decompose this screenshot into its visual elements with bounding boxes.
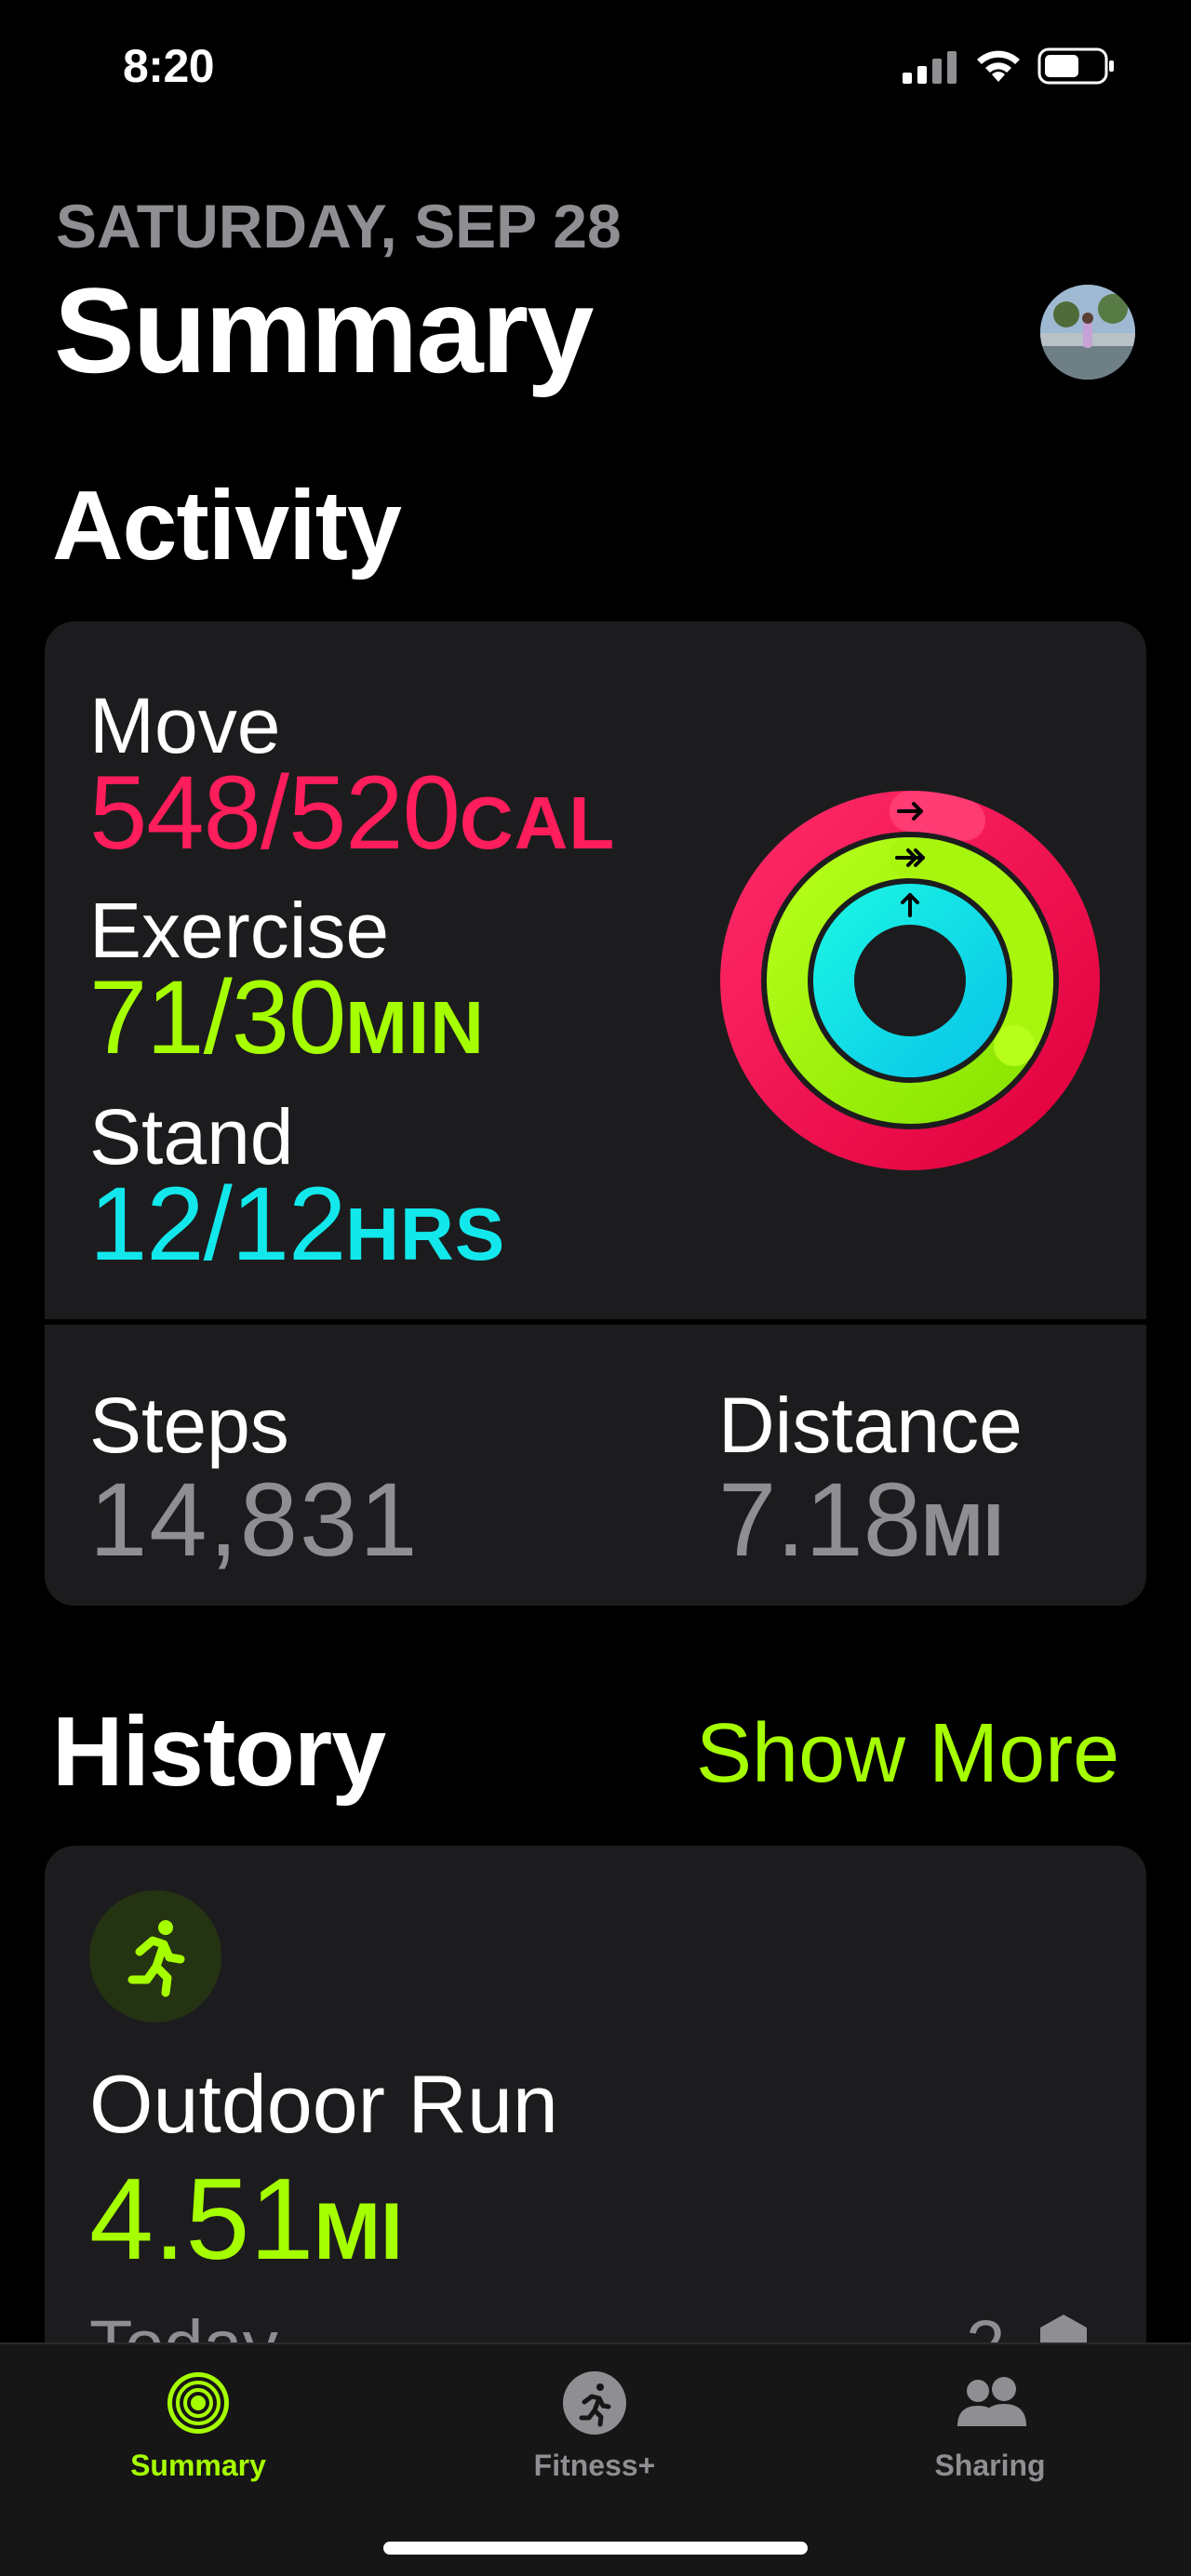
distance-label: Distance	[718, 1381, 1023, 1469]
exercise-ring-end	[994, 1025, 1035, 1066]
tab-fitness-plus[interactable]: Fitness+	[455, 2344, 734, 2493]
steps-label: Steps	[89, 1381, 289, 1469]
fitness-runner-icon	[563, 2371, 626, 2435]
steps-value: 14,831	[89, 1462, 420, 1578]
workout-icon-circle	[89, 1890, 221, 2022]
stand-value-number: 12/12	[89, 1166, 346, 1282]
show-more-link[interactable]: Show More	[696, 1712, 1119, 1795]
running-figure-icon	[127, 1920, 185, 1997]
activity-section-title: Activity	[52, 471, 402, 581]
exercise-value: 71/30MIN	[89, 966, 485, 1070]
status-bar: 8:20	[0, 0, 1191, 140]
tab-summary[interactable]: Summary	[59, 2344, 338, 2493]
tab-fitness-plus-label: Fitness+	[533, 2449, 656, 2482]
tab-summary-label: Summary	[130, 2449, 266, 2482]
summary-screen: 8:20 SATURDAY, SEP 28 Summary Activity M…	[0, 0, 1191, 2576]
activity-rings-icon	[167, 2372, 229, 2434]
stand-label: Stand	[89, 1093, 294, 1181]
profile-avatar[interactable]	[1040, 285, 1135, 380]
battery-icon	[1037, 47, 1114, 85]
date-label: SATURDAY, SEP 28	[56, 192, 622, 260]
exercise-label: Exercise	[89, 887, 390, 974]
exercise-value-unit: MIN	[345, 986, 485, 1069]
history-section-title: History	[52, 1697, 386, 1807]
people-icon	[957, 2377, 1026, 2426]
stand-value-unit: HRS	[345, 1193, 506, 1275]
distance-value: 7.18MI	[718, 1468, 1004, 1572]
page-title: Summary	[54, 262, 594, 398]
cellular-signal-icon	[903, 51, 957, 84]
activity-rings	[720, 791, 1100, 1170]
activity-card-divider	[45, 1319, 1146, 1325]
move-value-number: 548/520	[89, 754, 461, 871]
stand-value: 12/12HRS	[89, 1172, 505, 1276]
tab-sharing-label: Sharing	[934, 2449, 1046, 2482]
avatar-photo-icon	[1040, 285, 1135, 380]
rings-center	[856, 927, 964, 1034]
workout-name: Outdoor Run	[89, 2058, 558, 2150]
workout-distance: 4.51MI	[89, 2162, 403, 2277]
distance-value-unit: MI	[920, 1488, 1004, 1571]
tab-sharing[interactable]: Sharing	[850, 2344, 1130, 2493]
home-indicator[interactable]	[383, 2542, 808, 2555]
workout-distance-number: 4.51	[89, 2156, 314, 2284]
status-time: 8:20	[123, 40, 215, 92]
move-value-unit: CAL	[459, 781, 616, 864]
distance-value-number: 7.18	[718, 1462, 921, 1578]
activity-card[interactable]: Move 548/520CAL Exercise 71/30MIN Stand …	[45, 621, 1146, 1606]
wifi-icon	[977, 50, 1020, 82]
exercise-value-number: 71/30	[89, 959, 346, 1075]
move-value: 548/520CAL	[89, 761, 615, 865]
move-label: Move	[89, 682, 281, 769]
workout-distance-unit: MI	[314, 2187, 403, 2276]
